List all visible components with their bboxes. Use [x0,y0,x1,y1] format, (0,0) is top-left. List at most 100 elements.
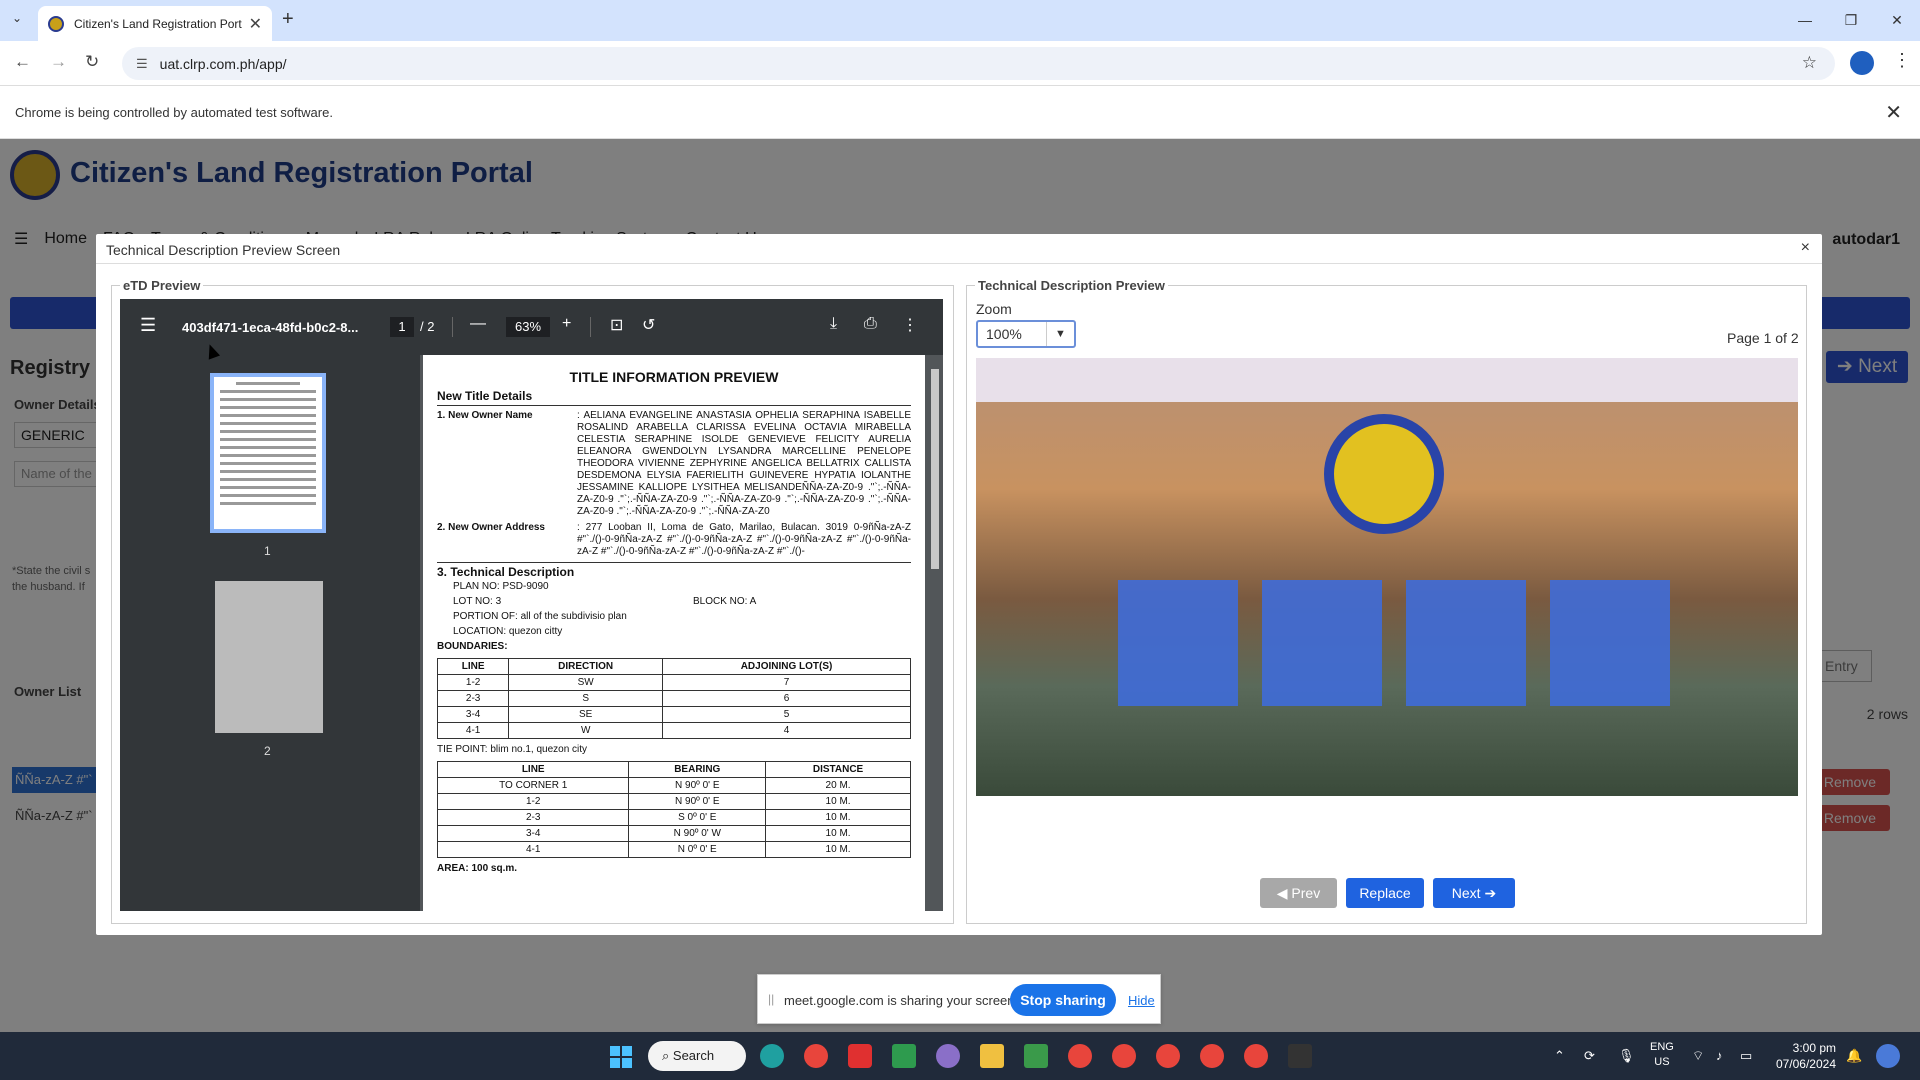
browser-menu-icon[interactable]: ⋮ [1893,50,1911,71]
language-indicator[interactable]: ENG US [1650,1040,1674,1070]
chrome-icon[interactable] [1156,1044,1180,1068]
tech-description-modal: Technical Description Preview Screen × e… [96,234,1822,935]
next-button[interactable]: Next ➔ [1433,878,1515,908]
chrome-icon[interactable] [1112,1044,1136,1068]
portion-of: PORTION OF: all of the subdivisio plan [453,611,627,622]
forward-icon[interactable]: → [50,52,67,72]
excel-icon[interactable] [892,1044,916,1068]
chrome-icon[interactable] [1200,1044,1224,1068]
zoom-in-icon[interactable]: + [562,315,571,333]
table-cell: TO CORNER 1 [436,777,630,794]
plan-no: PLAN NO: PSD-9090 [453,581,549,592]
lot-no: LOT NO: 3 [453,596,502,607]
table-cell: 2-3 [436,809,630,826]
app-red-icon[interactable] [848,1044,872,1068]
clock[interactable]: 3:00 pm 07/06/2024 [1762,1040,1836,1072]
infobar-close-icon[interactable]: ✕ [1885,100,1902,125]
table-cell: N 90º 0' E [628,777,767,794]
taskbar-search-label: Search [672,1048,715,1063]
restore-icon[interactable]: ❐ [1828,0,1874,41]
more-options-icon[interactable]: ⋮ [902,315,918,335]
copilot-icon[interactable] [1876,1044,1900,1068]
boundaries-label: BOUNDARIES: [437,641,508,652]
table-cell: N 90º 0' E [628,793,767,810]
chrome-icon[interactable] [1068,1044,1092,1068]
toolbar-divider [590,317,591,337]
file-explorer-icon[interactable] [980,1044,1004,1068]
close-window-icon[interactable]: ✕ [1874,0,1920,41]
screen-share-bar: || meet.google.com is sharing your scree… [757,974,1161,1024]
fit-page-icon[interactable]: ⊡ [610,315,623,335]
table-row: TO CORNER 1N 90º 0' E 20 M. [436,777,911,794]
volume-icon[interactable]: ♪ [1716,1048,1723,1063]
new-tab-icon[interactable]: + [282,8,294,31]
minimize-icon[interactable]: — [1782,0,1828,41]
edge-icon[interactable] [760,1044,784,1068]
modal-close-icon[interactable]: × [1801,239,1810,257]
scrollbar-thumb[interactable] [931,369,939,569]
table-header: DISTANCE [765,761,911,778]
bookmark-star-icon[interactable]: ☆ [1802,53,1817,73]
block-no: BLOCK NO: A [693,596,757,607]
pdf-zoom-input[interactable]: 63% [506,317,550,337]
taskbar-search[interactable]: ⌕ Search [648,1041,746,1071]
table-cell: 10 M. [765,825,911,842]
table-cell: 4-1 [436,722,510,739]
print-icon[interactable]: ⎙ [864,315,877,333]
page-thumbnail-1[interactable] [210,373,326,533]
zoom-out-icon[interactable]: — [470,315,486,333]
chrome-icon[interactable] [804,1044,828,1068]
thumb-label-1: 1 [264,544,271,558]
modal-title: Technical Description Preview Screen [106,242,341,258]
chat-icon[interactable] [1024,1044,1048,1068]
table-cell: 7 [662,674,911,691]
owner-address-value: : 277 Looban II, Loma de Gato, Marilao, … [577,522,911,557]
replace-button[interactable]: Replace [1346,878,1424,908]
tray-chevron-icon[interactable]: ⌃ [1554,1048,1565,1064]
reload-icon[interactable]: ↻ [85,52,99,72]
clock-time: 3:00 pm [1792,1041,1836,1055]
boundaries-table: LINE DIRECTION ADJOINING LOT(S) 1-2 SW 7 2-… [436,658,911,739]
table-cell: S 0º 0' E [628,809,767,826]
tab-search-icon[interactable]: ⌄ [12,11,22,25]
prev-button[interactable]: ◀ Prev [1260,878,1337,908]
pdf-filename: 403df471-1eca-48fd-b0c2-8... [182,320,359,335]
microphone-icon[interactable]: 🎙 [1618,1048,1635,1064]
battery-icon[interactable]: ▭ [1740,1048,1752,1064]
drag-handle-icon[interactable]: || [768,992,774,1006]
profile-avatar-icon[interactable] [1850,51,1874,75]
zoom-select[interactable]: 100% ▼ [976,320,1076,348]
omnibox[interactable]: ☰ uat.clrp.com.ph/app/ ☆ [122,47,1835,80]
windows-start-icon[interactable] [610,1046,632,1068]
address-bar-row: ← → ↻ ☰ uat.clrp.com.ph/app/ ☆ ⋮ [0,41,1920,86]
back-icon[interactable]: ← [14,52,31,72]
table-cell: SW [508,674,664,691]
table-header: BEARING [628,761,767,778]
page-thumbnail-2[interactable] [215,581,323,733]
notification-bell-icon[interactable]: 🔔 [1846,1048,1862,1064]
site-info-icon[interactable]: ☰ [136,56,148,72]
tab-title: Citizen's Land Registration Port [74,16,242,31]
windows-taskbar: ⌕ Search ⌃ ⟳ 🎙 ENG US ⌔ ♪ ▭ 3:00 pm 07/0… [0,1032,1920,1080]
chrome-active-icon[interactable] [1244,1044,1268,1068]
hide-link[interactable]: Hide [1128,993,1155,1008]
stop-sharing-button[interactable]: Stop sharing [1010,984,1116,1016]
download-icon[interactable]: ⤓ [830,315,837,333]
language-code: ENG [1650,1041,1674,1053]
owner-name-value: : AELIANA EVANGELINE ANASTASIA OPHELIA S… [577,410,911,517]
pdf-scrollbar[interactable] [929,357,941,907]
location: LOCATION: quezon citty [453,626,563,637]
app-purple-icon[interactable] [936,1044,960,1068]
browser-tab[interactable]: Citizen's Land Registration Port ✕ [38,6,272,41]
sidebar-toggle-icon[interactable]: ☰ [140,315,156,336]
close-tab-icon[interactable]: ✕ [249,14,262,34]
toolbar-divider [452,317,453,337]
wifi-icon[interactable]: ⌔ [1692,1048,1704,1064]
table-row: 4-1 W 4 [436,722,911,739]
table-cell: 3-4 [436,706,510,723]
sync-icon[interactable]: ⟳ [1584,1048,1595,1064]
arrow-right-icon: ➔ [1480,885,1497,901]
pdf-page-input[interactable]: 1 [390,317,414,337]
terminal-icon[interactable] [1288,1044,1312,1068]
rotate-icon[interactable]: ↺ [642,315,655,335]
